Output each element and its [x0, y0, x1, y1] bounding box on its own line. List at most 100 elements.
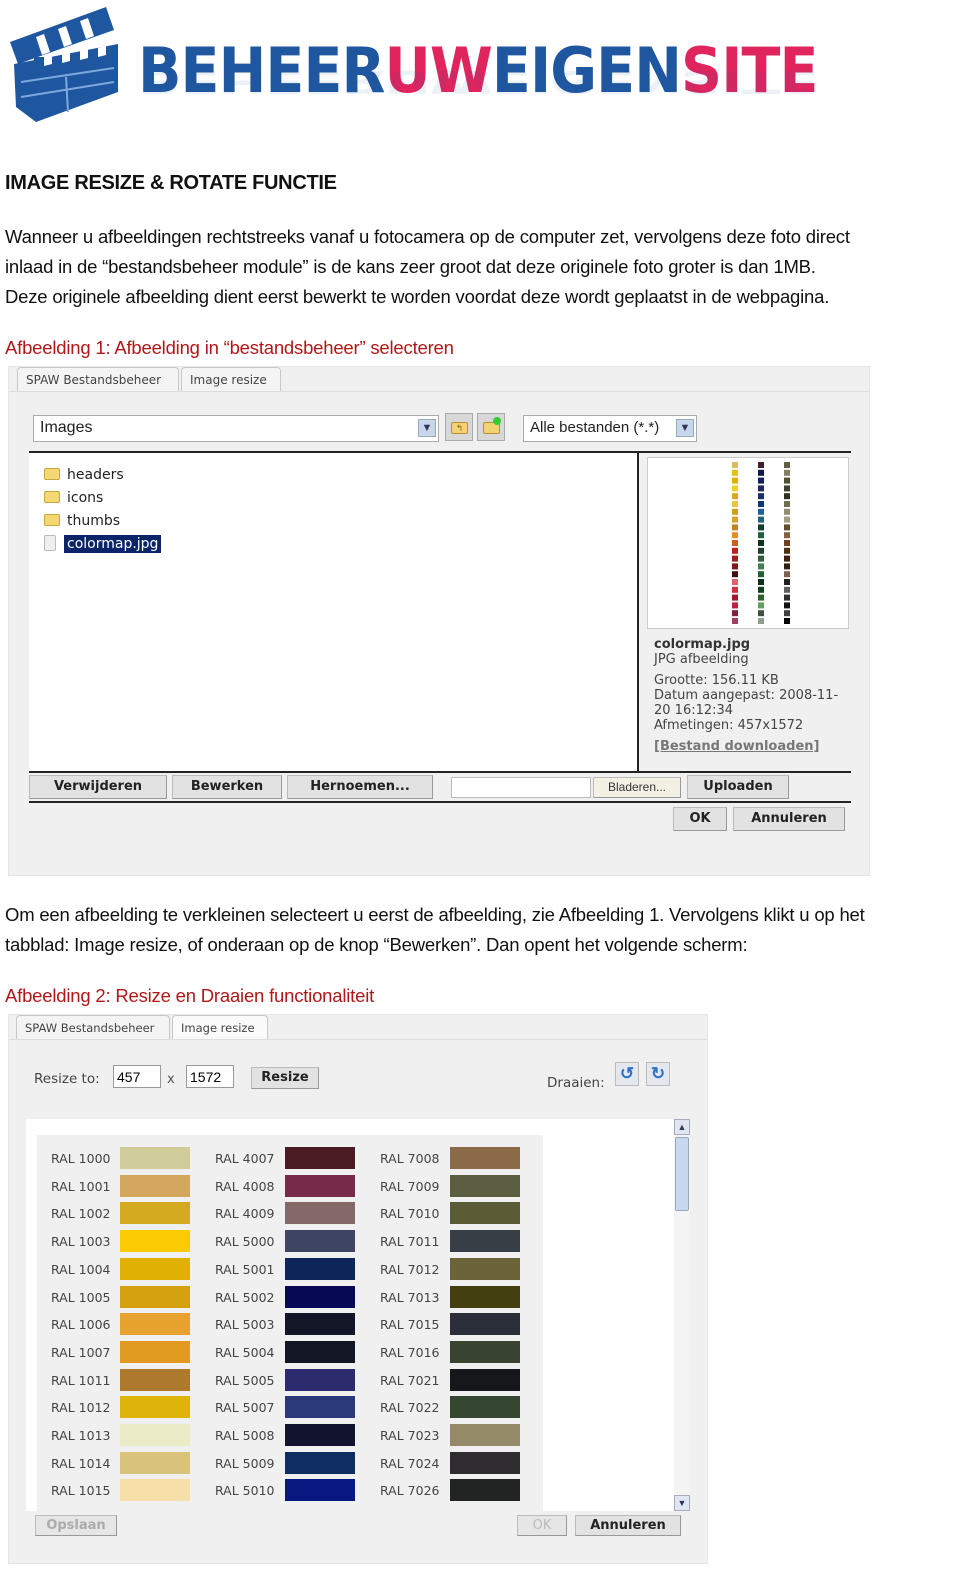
file-item-selected[interactable]: colormap.jpg [44, 535, 162, 553]
width-input[interactable] [113, 1065, 161, 1088]
thumbnail-swatch [784, 602, 790, 609]
ral-color-swatch [285, 1396, 355, 1419]
download-link[interactable]: [Bestand downloaden] [654, 739, 819, 754]
thumbnail-swatch [758, 532, 764, 539]
browse-button[interactable]: Bladeren... [593, 777, 681, 798]
file-list [29, 453, 637, 771]
ok-button[interactable]: OK [673, 807, 727, 831]
rotate-left-button[interactable]: ↺ [615, 1062, 639, 1086]
ral-color-label: RAL 7013 [380, 1289, 440, 1305]
resize-button[interactable]: Resize [251, 1067, 319, 1089]
intro-line: inlaad in de “bestandsbeheer module” is … [5, 256, 816, 277]
tab-file-manager[interactable]: SPAW Bestandsbeheer [16, 1015, 170, 1039]
ral-color-swatch [285, 1202, 355, 1225]
thumbnail-swatch [784, 610, 790, 617]
new-folder-button[interactable] [477, 413, 505, 441]
tab-file-manager[interactable]: SPAW Bestandsbeheer [17, 367, 179, 391]
divider [29, 801, 851, 803]
thumbnail-swatch [784, 469, 790, 476]
save-button[interactable]: Opslaan [35, 1515, 117, 1536]
folder-select[interactable]: Images ▼ [33, 415, 439, 442]
ral-color-swatch [120, 1479, 190, 1502]
ral-color-label: RAL 7026 [380, 1483, 440, 1499]
scroll-up-icon[interactable]: ▲ [674, 1119, 690, 1135]
ok-button[interactable]: OK [517, 1515, 567, 1536]
thumbnail-swatch [758, 508, 764, 515]
divider [29, 771, 851, 773]
thumbnail-swatch [758, 477, 764, 484]
file-manager-dialog: SPAW Bestandsbeheer Image resize Images … [8, 366, 870, 876]
thumbnail-swatch [758, 516, 764, 523]
ral-color-label: RAL 1014 [51, 1455, 111, 1471]
thumbnail-swatch [784, 571, 790, 578]
file-item-folder[interactable]: headers [44, 467, 124, 483]
folder-up-button[interactable]: ↰ [445, 413, 473, 441]
filter-select[interactable]: Alle bestanden (*.*) ▼ [523, 415, 697, 442]
ral-color-label: RAL 7011 [380, 1234, 440, 1250]
ral-color-swatch [285, 1257, 355, 1280]
rename-button[interactable]: Hernoemen... [287, 775, 433, 799]
ral-color-swatch [450, 1285, 520, 1308]
tab-image-resize[interactable]: Image resize [172, 1015, 268, 1039]
file-item-folder[interactable]: icons [44, 490, 103, 506]
ral-color-label: RAL 1003 [51, 1234, 111, 1250]
ral-color-label: RAL 7012 [380, 1261, 440, 1277]
scroll-down-icon[interactable]: ▼ [674, 1495, 690, 1511]
chevron-down-icon: ▼ [676, 419, 694, 437]
ral-color-label: RAL 7022 [380, 1400, 440, 1416]
ral-color-label: RAL 5009 [215, 1455, 275, 1471]
rotate-right-button[interactable]: ↻ [646, 1062, 670, 1086]
cancel-button[interactable]: Annuleren [575, 1515, 681, 1536]
ral-color-label: RAL 5004 [215, 1344, 275, 1360]
image-preview [647, 457, 849, 629]
thumbnail-swatch [784, 516, 790, 523]
vertical-scrollbar[interactable]: ▲ ▼ [674, 1119, 690, 1511]
thumbnail-swatch [732, 579, 738, 585]
thumbnail-swatch [784, 508, 790, 515]
tab-image-resize[interactable]: Image resize [181, 367, 281, 391]
folder-icon [44, 468, 60, 480]
thumbnail-swatch [732, 469, 738, 476]
ral-color-label: RAL 5007 [215, 1400, 275, 1416]
ral-color-label: RAL 5008 [215, 1428, 275, 1443]
delete-button[interactable]: Verwijderen [29, 775, 167, 799]
resize-label: Resize to: [34, 1071, 100, 1087]
cancel-button[interactable]: Annuleren [733, 807, 845, 831]
thumbnail-swatch [784, 485, 790, 492]
ral-color-label: RAL 1005 [51, 1289, 111, 1305]
rotate-left-icon: ↺ [619, 1064, 635, 1083]
ral-color-swatch [120, 1147, 190, 1169]
thumbnail-swatch [732, 547, 738, 554]
thumbnail-swatch [758, 485, 764, 492]
ral-color-swatch [285, 1174, 355, 1197]
colormap-image: RAL 1000 RAL 1001 RAL 1002 RAL 1003 RAL 1004… [37, 1135, 543, 1511]
folder-icon [44, 491, 60, 503]
rotate-label: Draaien: [547, 1075, 605, 1091]
ral-color-swatch [120, 1174, 190, 1197]
upload-button[interactable]: Uploaden [687, 775, 789, 799]
ral-color-label: RAL 1007 [51, 1344, 111, 1360]
ral-color-swatch [285, 1340, 355, 1363]
scrollbar-thumb[interactable] [675, 1137, 689, 1211]
ral-color-label: RAL 5001 [215, 1261, 275, 1277]
upload-file-input[interactable] [451, 777, 591, 798]
ral-color-label: RAL 7015 [380, 1317, 440, 1333]
ral-color-swatch [450, 1340, 520, 1363]
thumbnail-swatch [758, 540, 764, 546]
file-item-folder[interactable]: thumbs [44, 513, 120, 529]
height-input[interactable] [186, 1065, 234, 1088]
thumbnail-swatch [732, 540, 738, 546]
ral-color-label: RAL 4008 [215, 1178, 275, 1194]
site-logo: BEHEERUWEIGENSITE BEHEERUWEIGENSITE [0, 0, 820, 160]
ral-color-label: RAL 5000 [215, 1234, 275, 1250]
ral-color-label: RAL 7008 [380, 1151, 440, 1166]
thumbnail-swatch [732, 555, 738, 562]
edit-button[interactable]: Bewerken [172, 775, 282, 799]
ral-color-swatch [120, 1368, 190, 1391]
thumbnail-swatch [784, 555, 790, 562]
folder-select-value: Images [40, 419, 93, 436]
ral-color-label: RAL 5002 [215, 1289, 275, 1305]
thumbnail-swatch [758, 555, 764, 562]
thumbnail-swatch [758, 524, 764, 531]
ral-color-swatch [285, 1230, 355, 1253]
